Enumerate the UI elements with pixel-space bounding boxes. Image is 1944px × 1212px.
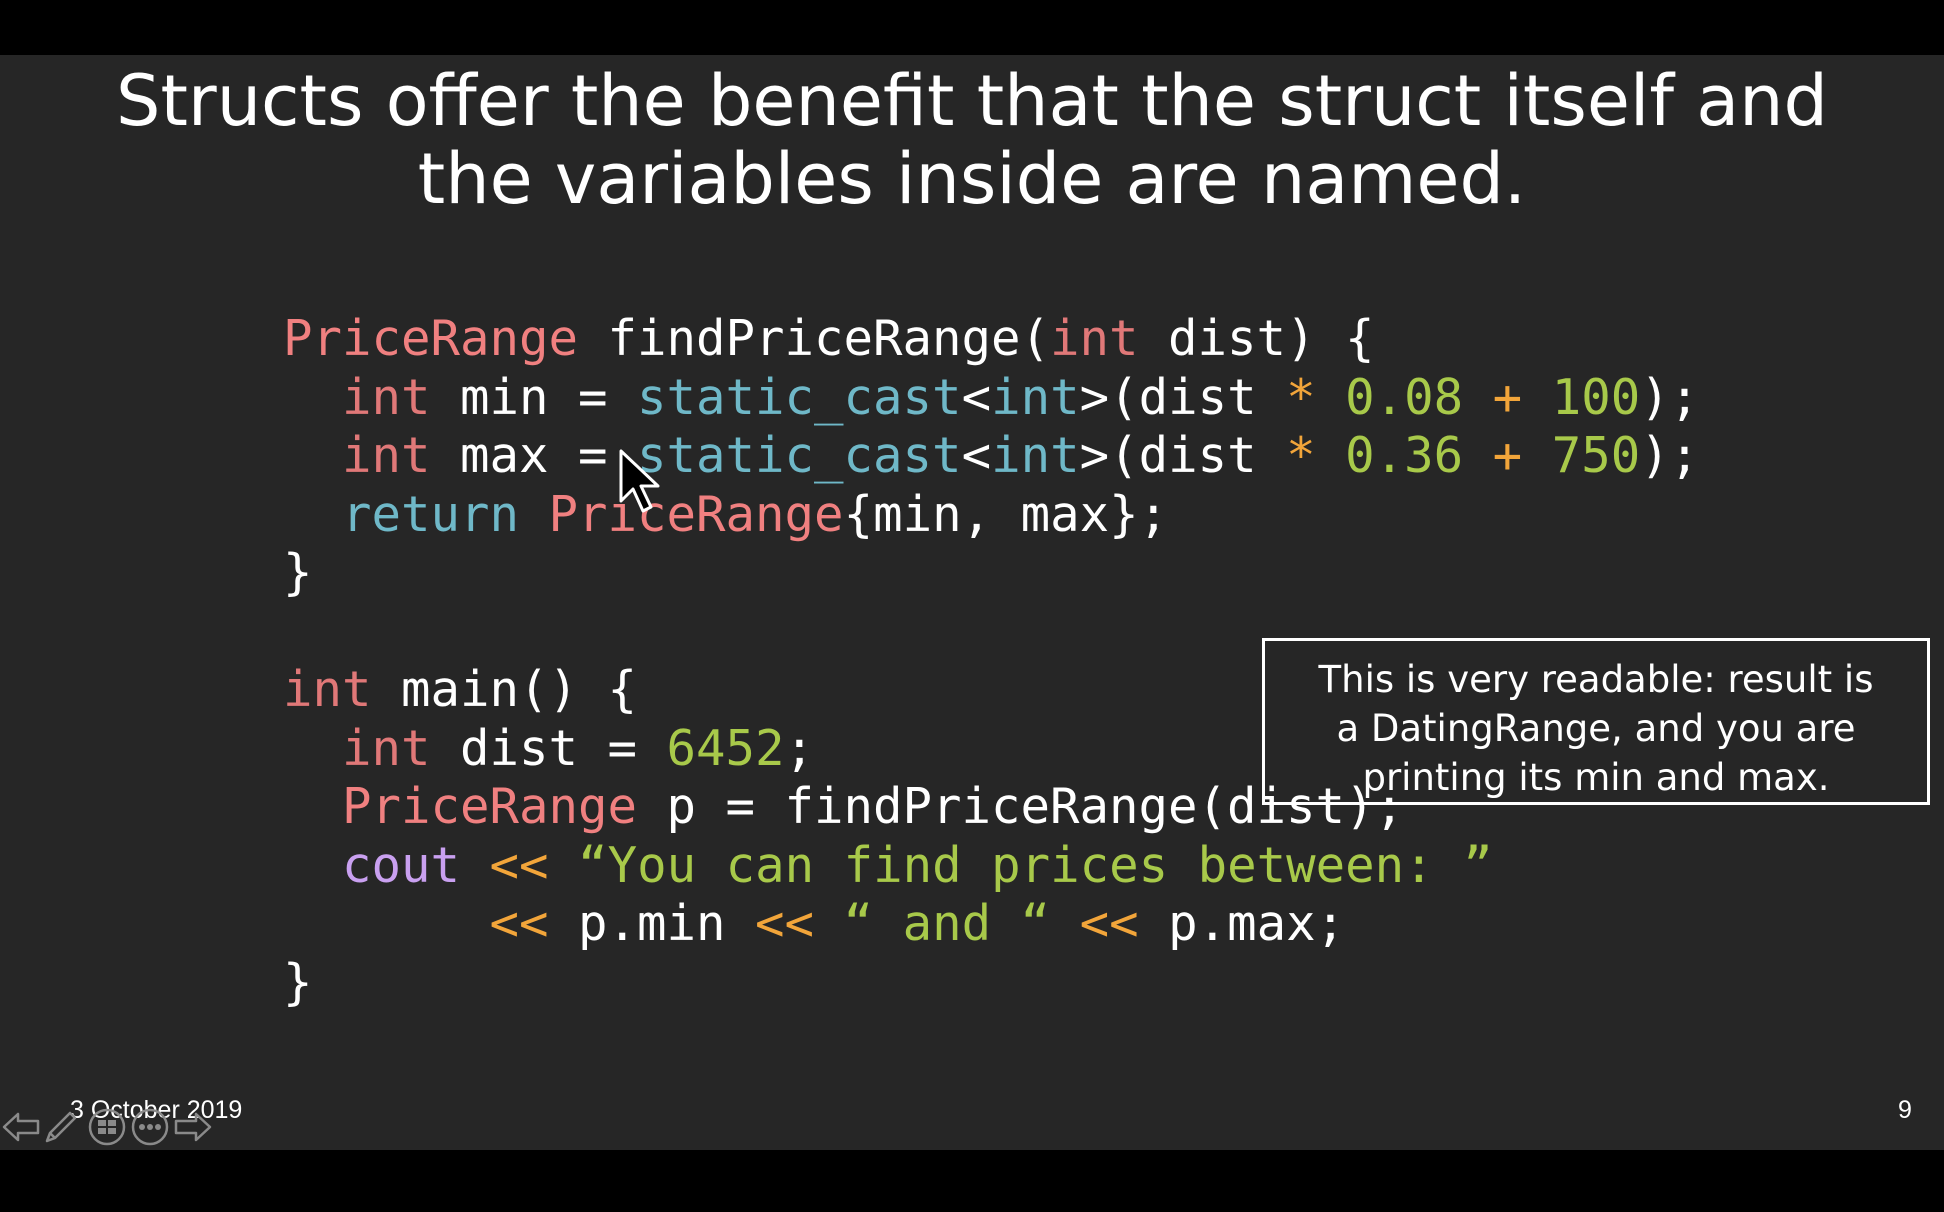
code-token: int	[991, 427, 1080, 484]
code-token: <<	[1079, 895, 1139, 952]
code-token: int	[283, 661, 372, 718]
code-token: {min, max};	[843, 485, 1169, 543]
code-token: 100	[1551, 368, 1641, 426]
code-token: PriceRange	[283, 310, 579, 367]
code-token: static_cast	[637, 427, 962, 484]
code-token: max =	[430, 427, 638, 484]
code-line-8: int dist = 6452;	[283, 720, 814, 777]
code-line-1: PriceRange findPriceRange(int dist) {	[283, 310, 1375, 367]
code-line-5: }	[283, 544, 313, 601]
code-token: “You can find prices between: ”	[578, 836, 1493, 894]
callout-line-2: a DatingRange, and you are	[1336, 707, 1856, 750]
code-line-11: << p.min << “ and “ << p.max;	[283, 895, 1346, 952]
code-token: *	[1286, 368, 1316, 426]
code-token: 0.08	[1345, 368, 1464, 426]
code-token: p.min	[548, 895, 756, 952]
code-line-3: int max = static_cast<int>(dist * 0.36 +…	[283, 427, 1699, 484]
code-line-7: int main() {	[283, 661, 637, 718]
title-line-1: Structs offer the benefit that the struc…	[116, 60, 1828, 142]
code-line-4: return PriceRange{min, max};	[283, 486, 1168, 543]
code-token: +	[1492, 427, 1523, 484]
code-token: >(dist	[1079, 427, 1287, 484]
code-line-9: PriceRange p = findPriceRange(dist);	[283, 778, 1404, 835]
code-token: int	[342, 427, 431, 484]
code-token: p.max;	[1138, 895, 1346, 952]
code-token: PriceRange	[342, 778, 638, 835]
slideshow-controls	[0, 1106, 220, 1154]
code-token: main() {	[371, 661, 638, 718]
code-token: return	[342, 485, 520, 543]
code-line-2: int min = static_cast<int>(dist * 0.08 +…	[283, 369, 1699, 426]
slide-number: 9	[1898, 1096, 1912, 1124]
code-token: <<	[755, 895, 815, 952]
code-line-12: }	[283, 953, 313, 1011]
code-token: static_cast	[637, 368, 962, 426]
code-token: dist) {	[1138, 310, 1375, 367]
code-token: min =	[430, 368, 638, 426]
title-line-2: the variables inside are named.	[417, 138, 1527, 220]
more-options-icon	[131, 1108, 169, 1146]
slides-grid-icon	[88, 1108, 126, 1146]
code-token: int	[342, 719, 431, 777]
code-token: 6452	[666, 719, 785, 777]
previous-slide-button[interactable]	[0, 1106, 42, 1148]
code-token: 0.36	[1345, 427, 1464, 484]
previous-slide-icon	[2, 1112, 40, 1142]
callout-box: This is very readable: result is a Datin…	[1262, 638, 1930, 805]
code-token: <	[961, 427, 992, 484]
code-token: +	[1492, 368, 1523, 426]
code-token: cout	[342, 836, 461, 894]
code-token: “ and “	[843, 895, 1051, 952]
callout-line-3: printing its min and max.	[1362, 756, 1830, 799]
see-all-slides-button[interactable]	[86, 1106, 128, 1148]
more-options-button[interactable]	[129, 1106, 171, 1148]
next-slide-button[interactable]	[172, 1106, 214, 1148]
code-token: <<	[489, 836, 549, 894]
pen-icon	[45, 1111, 77, 1143]
code-line-10: cout << “You can find prices between: ”	[283, 837, 1493, 894]
code-token: <	[961, 368, 992, 426]
code-token: dist =	[430, 719, 667, 777]
slide-title: Structs offer the benefit that the struc…	[0, 62, 1944, 218]
code-token: ;	[784, 719, 815, 777]
code-token: PriceRange	[548, 485, 844, 543]
code-token: int	[1050, 310, 1139, 367]
code-token: >(dist	[1079, 368, 1287, 426]
code-token: *	[1286, 427, 1316, 484]
code-token: int	[342, 368, 431, 426]
code-token: 750	[1551, 427, 1641, 484]
code-token: );	[1640, 427, 1700, 484]
pen-tool-button[interactable]	[40, 1106, 82, 1148]
code-token: );	[1640, 368, 1700, 426]
code-token: int	[991, 368, 1080, 426]
code-token: <<	[489, 895, 549, 952]
next-slide-icon	[174, 1112, 212, 1142]
callout-line-1: This is very readable: result is	[1318, 658, 1874, 701]
code-token: findPriceRange(	[578, 310, 1051, 367]
